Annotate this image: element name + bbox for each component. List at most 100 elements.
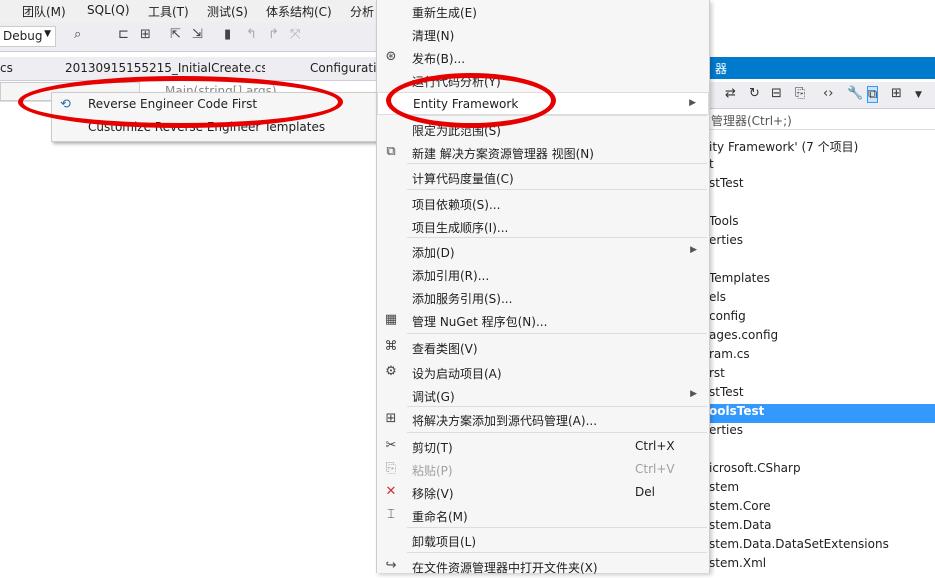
comment-icon[interactable]: ⇱: [170, 27, 181, 42]
context-menu-item[interactable]: ⧉ 新建 解决方案资源管理器 视图(N): [377, 141, 709, 164]
menu-architecture[interactable]: 体系结构(C): [266, 3, 332, 20]
menu-item-shortcut: Del: [635, 485, 655, 499]
menu-analyze[interactable]: 分析: [350, 3, 374, 20]
uncomment-icon[interactable]: ⇲: [192, 27, 203, 42]
context-menu-item[interactable]: 项目生成顺序(I)...: [377, 215, 709, 238]
code-icon[interactable]: ‹›: [823, 86, 833, 101]
context-menu-item[interactable]: 项目依赖项(S)...: [377, 192, 709, 215]
menu-tools[interactable]: 工具(T): [148, 3, 189, 20]
context-menu-item[interactable]: 计算代码度量值(C): [377, 166, 709, 189]
collapse-icon[interactable]: ⊟: [771, 86, 782, 101]
context-menu-item[interactable]: 添加(D) ▶: [377, 240, 709, 263]
menu-item-label: 在文件资源管理器中打开文件夹(X): [412, 561, 598, 575]
menu-item-label: 查看类图(V): [412, 342, 478, 356]
properties-icon[interactable]: 🔧: [847, 86, 863, 101]
context-menu-item[interactable]: 调试(G) ▶: [377, 384, 709, 407]
view-icon[interactable]: ⊞: [891, 86, 902, 101]
context-menu-item[interactable]: ⌶ 重命名(M): [377, 504, 709, 527]
tree-item[interactable]: ages.config: [709, 328, 778, 347]
context-menu-item[interactable]: ⎘ 粘贴(P) Ctrl+V: [377, 458, 709, 481]
tree-item[interactable]: config: [709, 309, 746, 328]
sync-icon[interactable]: ⇄: [725, 86, 736, 101]
preview-icon[interactable]: ⧉: [867, 86, 879, 103]
format-icon[interactable]: ⊞: [140, 27, 151, 42]
nuget-icon: ▦: [384, 312, 398, 327]
menu-item-shortcut: Ctrl+X: [635, 439, 675, 453]
tree-item[interactable]: erties: [709, 423, 743, 442]
menu-item-label: 设为启动项目(A): [412, 367, 502, 381]
menu-sql[interactable]: SQL(Q): [87, 3, 130, 17]
context-menu-item[interactable]: ⌘ 查看类图(V): [377, 336, 709, 359]
context-menu-item[interactable]: 清理(N): [377, 23, 709, 46]
menu-item-label: 添加(D): [412, 246, 455, 260]
solution-search[interactable]: 管理器(Ctrl+;): [709, 110, 935, 130]
panel-title: 器: [709, 57, 935, 79]
context-menu-item[interactable]: 添加引用(R)...: [377, 263, 709, 286]
menu-team[interactable]: 团队(M): [22, 3, 66, 20]
menu-item-label: 将解决方案添加到源代码管理(A)...: [412, 414, 598, 428]
outline-icon[interactable]: ⊏: [118, 27, 129, 42]
solution-explorer-toolbar: ⇄ ↻ ⊟ ⎘ ‹› 🔧 ⧉ ⊞ ▼: [709, 82, 935, 109]
publish-icon: ⊛: [385, 49, 397, 64]
context-menu-item[interactable]: ▦ 管理 NuGet 程序包(N)...: [377, 309, 709, 332]
remove-icon: ✕: [385, 484, 397, 499]
context-menu-item[interactable]: 重新生成(E): [377, 0, 709, 23]
context-menu-item[interactable]: 卸载项目(L): [377, 529, 709, 552]
menu-item-label: 调试(G): [412, 390, 455, 404]
tree-item[interactable]: stem.Data: [709, 518, 772, 537]
context-menu-item[interactable]: ↪ 在文件资源管理器中打开文件夹(X): [377, 555, 709, 578]
refresh-icon[interactable]: ↻: [749, 86, 760, 101]
menu-item-label: 重新生成(E): [412, 6, 477, 20]
menu-item-label: 添加服务引用(S)...: [412, 292, 513, 306]
context-menu-item[interactable]: ⚙ 设为启动项目(A): [377, 361, 709, 384]
tree-item[interactable]: stTest: [709, 176, 744, 195]
copy-icon[interactable]: ⎘: [795, 86, 805, 101]
tab-configuration[interactable]: Configurati: [310, 61, 376, 75]
prev-bookmark-icon[interactable]: ↰: [246, 27, 257, 42]
menu-item-label: 卸载项目(L): [412, 535, 477, 549]
context-menu-item[interactable]: 添加服务引用(S)...: [377, 286, 709, 309]
tree-item[interactable]: els: [709, 290, 726, 309]
tree-item[interactable]: erties: [709, 233, 743, 252]
tree-item[interactable]: icrosoft.CSharp: [709, 461, 801, 480]
solution-config-dropdown[interactable]: Debug ▼: [0, 26, 56, 47]
tree-item[interactable]: stem.Xml: [709, 556, 766, 575]
source-control-icon: ⊞: [385, 411, 397, 426]
context-menu-item[interactable]: ⊞ 将解决方案添加到源代码管理(A)...: [377, 408, 709, 431]
rename-icon: ⌶: [387, 507, 395, 522]
menu-separator: [407, 527, 707, 528]
chevron-down-icon: ▼: [44, 29, 51, 39]
context-menu-item[interactable]: ⊛ 发布(B)...: [377, 46, 709, 69]
tree-item[interactable]: stem.Data.DataSetExtensions: [709, 537, 889, 556]
context-menu-item[interactable]: ✂ 剪切(T) Ctrl+X: [377, 435, 709, 458]
chevron-down-icon[interactable]: ▼: [915, 90, 922, 100]
bookmark-icon[interactable]: ▮: [224, 27, 231, 42]
submenu-arrow-icon: ▶: [690, 389, 697, 399]
tree-item[interactable]: ity Framework' (7 个项目): [709, 138, 858, 157]
find-icon[interactable]: ⌕: [74, 27, 81, 42]
tree-item[interactable]: Templates: [709, 271, 770, 290]
menu-item-label: 新建 解决方案资源管理器 视图(N): [412, 147, 594, 161]
submenu-arrow-icon: ▶: [690, 245, 697, 255]
tree-item[interactable]: ram.cs: [709, 347, 750, 366]
tree-item[interactable]: oolsTest: [709, 404, 935, 423]
new-view-icon: ⧉: [386, 144, 396, 159]
tree-item[interactable]: rst: [709, 366, 725, 385]
cut-icon: ✂: [385, 438, 397, 453]
tree-item[interactable]: Tools: [709, 214, 739, 233]
tree-item[interactable]: stem: [709, 480, 739, 499]
menu-item-label: 添加引用(R)...: [412, 269, 490, 283]
tree-item[interactable]: stem.Core: [709, 499, 771, 518]
class-diagram-icon: ⌘: [384, 339, 398, 354]
tab-cs[interactable]: cs: [0, 61, 13, 75]
gear-icon: ⚙: [385, 364, 397, 379]
menu-item-label: 项目生成顺序(I)...: [412, 221, 509, 235]
menu-test[interactable]: 测试(S): [207, 3, 248, 20]
tab-initial-create[interactable]: 20130915155215_InitialCreate.cs: [65, 61, 265, 75]
menu-item-label: 清理(N): [412, 29, 455, 43]
clear-bookmarks-icon[interactable]: ⤧: [290, 27, 300, 42]
menu-separator: [407, 432, 707, 433]
tree-item[interactable]: stTest: [709, 385, 744, 404]
next-bookmark-icon[interactable]: ↱: [268, 27, 279, 42]
context-menu-item[interactable]: ✕ 移除(V) Del: [377, 481, 709, 504]
